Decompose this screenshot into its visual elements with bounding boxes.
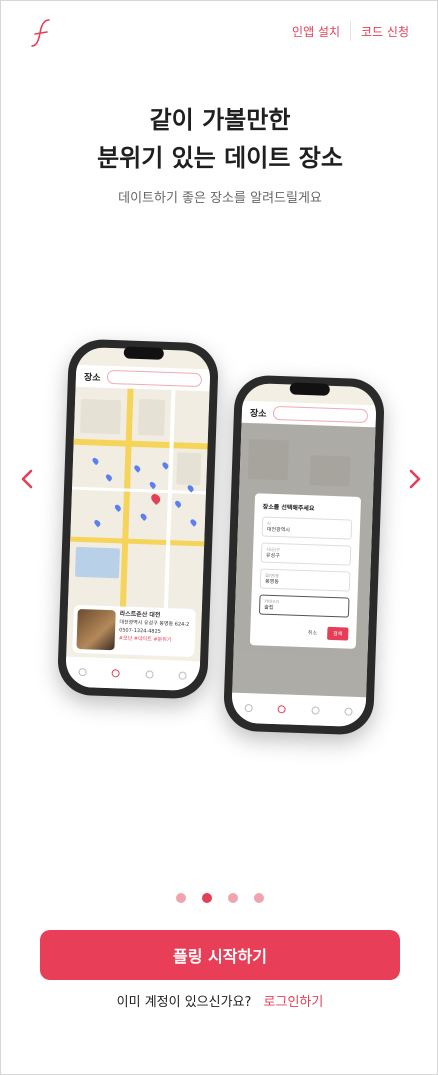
map-pin[interactable] — [113, 503, 123, 513]
place-tags: #모던 #데이트 #분위기 — [118, 635, 172, 644]
search-button[interactable]: 검색 — [326, 626, 349, 641]
phone-screen: 장소 라스트춘산 대전 대전광역시 유성구 봉명동 624-2 0507-132… — [65, 346, 211, 692]
district-select[interactable]: 시/군/구 유성구 — [260, 542, 352, 566]
modal-title: 장소를 선택해주세요 — [262, 503, 315, 513]
field-value: 대전광역시 — [266, 526, 290, 534]
dynamic-island — [123, 346, 164, 360]
top-links: 인앱 설치 코드 신청 — [292, 21, 409, 41]
map-pin[interactable] — [104, 473, 114, 482]
pagination-dot-2[interactable] — [202, 893, 212, 903]
phone-mockup-map: 장소 라스트춘산 대전 대전광역시 유성구 봉명동 624-2 0507-132… — [56, 338, 220, 700]
map-view — [67, 386, 210, 622]
pagination-dot-1[interactable] — [176, 893, 186, 903]
screen-title: 장소 — [249, 408, 267, 420]
place-address: 대전광역시 유성구 봉명동 624-2 — [119, 619, 190, 628]
install-app-link[interactable]: 인앱 설치 — [292, 23, 340, 40]
login-link[interactable]: 로그인하기 — [264, 995, 324, 1010]
dynamic-island — [289, 382, 330, 396]
chat-icon[interactable] — [145, 670, 154, 679]
search-bar — [272, 405, 369, 424]
map-pin[interactable] — [93, 518, 102, 528]
place-phone: 0507-1324-4825 — [118, 627, 161, 635]
screen-title: 장소 — [83, 372, 101, 384]
carousel-pagination — [1, 893, 438, 903]
tab-bar — [231, 692, 367, 728]
hero-title: 같이 가볼만한 분위기 있는 데이트 장소 — [1, 101, 438, 177]
place-info-text: 라스트춘산 대전 대전광역시 유성구 봉명동 624-2 0507-1324-4… — [118, 610, 190, 652]
map-water — [74, 546, 120, 579]
profile-icon[interactable] — [344, 707, 353, 716]
hero-title-line1: 같이 가볼만한 — [149, 106, 291, 134]
modal-buttons: 취소 검색 — [302, 626, 349, 641]
map-block — [137, 398, 166, 436]
map-pin[interactable] — [173, 499, 183, 509]
hero-subtitle: 데이트하기 좋은 장소를 알려드릴게요 — [118, 191, 322, 206]
map-block — [176, 452, 202, 486]
search-bar — [106, 369, 203, 388]
place-name: 라스트춘산 대전 — [119, 610, 161, 619]
pagination-dot-4[interactable] — [254, 893, 264, 903]
search-icon[interactable] — [111, 669, 120, 678]
map-road — [163, 390, 176, 621]
profile-icon[interactable] — [178, 671, 187, 680]
hero-title-line2: 분위기 있는 데이트 장소 — [97, 144, 343, 172]
selected-map-pin[interactable] — [149, 492, 163, 505]
location-select-modal: 장소를 선택해주세요 시 대전광역시 시/군/구 유성구 읍/면/동 봉명동 카… — [249, 493, 362, 649]
chevron-right-icon[interactable] — [403, 465, 427, 493]
place-info-card[interactable]: 라스트춘산 대전 대전광역시 유성구 봉명동 624-2 0507-1324-4… — [72, 604, 196, 658]
map-pin[interactable] — [91, 456, 100, 466]
onboarding-screen: 인앱 설치 코드 신청 같이 가볼만한 분위기 있는 데이트 장소 데이트하기 … — [0, 0, 438, 1075]
place-thumbnail — [76, 608, 116, 651]
map-block — [79, 398, 122, 435]
map-pin[interactable] — [189, 518, 198, 527]
tab-bar — [65, 656, 201, 692]
neighborhood-select[interactable]: 읍/면/동 봉명동 — [259, 568, 351, 592]
map-road — [71, 486, 207, 495]
map-pin[interactable] — [148, 480, 157, 490]
phone-mockup-filter: 장소 장소를 선택해주세요 시 대전광역시 시/군/구 유성구 읍/면/동 봉명… — [222, 374, 386, 736]
field-label: 카테고리 — [264, 598, 280, 605]
app-header: 장소 — [75, 364, 211, 392]
field-value: 봉명동 — [264, 578, 279, 586]
home-icon[interactable] — [244, 704, 253, 713]
login-prompt: 이미 계정이 있으신가요? 로그인하기 — [1, 991, 438, 1010]
chevron-left-icon[interactable] — [15, 465, 39, 493]
cancel-button[interactable]: 취소 — [302, 626, 324, 640]
search-icon[interactable] — [277, 705, 286, 714]
map-road — [70, 536, 205, 547]
pagination-dot-3[interactable] — [228, 893, 238, 903]
map-road — [73, 438, 208, 450]
phone-screen: 장소 장소를 선택해주세요 시 대전광역시 시/군/구 유성구 읍/면/동 봉명… — [231, 382, 377, 728]
city-select[interactable]: 시 대전광역시 — [261, 516, 353, 540]
code-request-link[interactable]: 코드 신청 — [361, 23, 409, 40]
home-icon[interactable] — [78, 668, 87, 677]
field-value: 유성구 — [265, 552, 280, 560]
map-pin[interactable] — [133, 464, 142, 473]
field-value: 술집 — [264, 604, 274, 611]
category-select[interactable]: 카테고리 술집 — [258, 594, 350, 618]
start-button[interactable]: 플링 시작하기 — [40, 930, 400, 980]
map-pin[interactable] — [139, 512, 148, 521]
divider — [350, 21, 352, 41]
chat-icon[interactable] — [311, 706, 320, 715]
have-account-text: 이미 계정이 있으신가요? — [116, 995, 252, 1010]
map-road — [119, 388, 134, 619]
cursive-f-logo-icon — [31, 19, 50, 47]
